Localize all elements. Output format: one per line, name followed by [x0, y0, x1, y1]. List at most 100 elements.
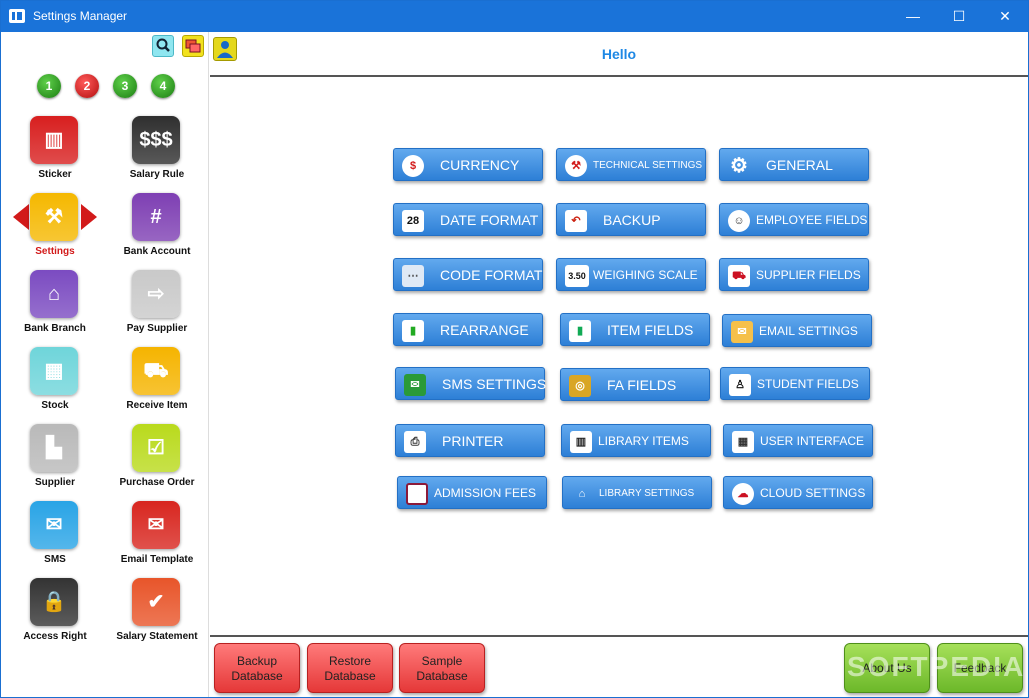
softpedia-watermark: SOFTPEDIA	[847, 651, 1026, 682]
admission-icon	[406, 483, 428, 505]
sidebar-tile-supplier[interactable]: ▙ Supplier	[6, 424, 104, 498]
setting-button-label: USER INTERFACE	[760, 434, 865, 448]
cloud-icon: ☁	[732, 483, 754, 505]
setting-supplier-fields-button[interactable]: ⛟ SUPPLIER FIELDS	[719, 258, 869, 291]
sidebar-tile-salary-rule[interactable]: $$$ Salary Rule	[108, 116, 206, 190]
sidebar-tile-email-template[interactable]: ✉ Email Template	[108, 501, 206, 575]
greeting-text: Hello	[601, 46, 637, 62]
setting-button-label: LIBRARY ITEMS	[598, 434, 689, 448]
sample-line1: Sample	[421, 654, 463, 668]
page-button-2[interactable]: 2	[75, 74, 99, 98]
setting-user-interface-button[interactable]: ▦ USER INTERFACE	[723, 424, 873, 457]
setting-technical-settings-button[interactable]: ⚒ TECHNICAL SETTINGS	[556, 148, 706, 181]
setting-backup-button[interactable]: ↶ BACKUP	[556, 203, 706, 236]
currency-icon: $	[402, 155, 424, 177]
calendar-check-icon: ✔	[132, 578, 180, 626]
setting-cloud-settings-button[interactable]: ☁ CLOUD SETTINGS	[723, 476, 873, 509]
sidebar-tile-bank-account[interactable]: # Bank Account	[108, 193, 206, 267]
setting-button-label: DATE FORMAT	[440, 212, 539, 228]
sidebar-tile-label: Salary Rule	[129, 169, 185, 180]
search-button[interactable]	[152, 35, 174, 57]
restore-line1: Restore	[328, 654, 372, 668]
sidebar: 1 2 3 4 ▥ Sticker $$$ Salary Rule ⚒ Settings #…	[1, 32, 209, 697]
sample-database-button[interactable]: Sample Database	[399, 643, 485, 693]
setting-button-label: FA FIELDS	[607, 377, 677, 393]
setting-currency-button[interactable]: $ CURRENCY	[393, 148, 543, 181]
calendar-icon: 28	[402, 210, 424, 232]
sidebar-tile-label: Bank Account	[123, 246, 191, 257]
rearrange-icon: ▮	[402, 320, 424, 342]
setting-button-label: WEIGHING SCALE	[593, 268, 698, 282]
setting-student-fields-button[interactable]: ♙ STUDENT FIELDS	[720, 367, 870, 400]
sidebar-tile-access-right[interactable]: 🔒 Access Right	[6, 578, 104, 652]
minimize-button[interactable]: —	[890, 1, 936, 32]
setting-sms-settings-button[interactable]: ✉ SMS SETTINGS	[395, 367, 546, 400]
backup-database-button[interactable]: Backup Database	[214, 643, 300, 693]
sidebar-tile-purchase-order[interactable]: ☑ Purchase Order	[108, 424, 206, 498]
code-format-icon: ⋯	[402, 265, 424, 287]
title-bar[interactable]: Settings Manager — ☐ ✕	[1, 1, 1028, 32]
dollar-icon: $$$	[132, 116, 180, 164]
setting-fa-fields-button[interactable]: ◎ FA FIELDS	[560, 368, 710, 401]
email-icon: ✉	[731, 321, 753, 343]
setting-button-label: ITEM FIELDS	[607, 322, 694, 338]
restore-database-button[interactable]: Restore Database	[307, 643, 393, 693]
setting-button-label: PRINTER	[442, 433, 504, 449]
student-icon: ♙	[729, 374, 751, 396]
sidebar-tile-label: Bank Branch	[24, 323, 86, 334]
sidebar-tile-label: Settings	[35, 246, 75, 257]
backup-icon: ↶	[565, 210, 587, 232]
sidebar-tile-sticker[interactable]: ▥ Sticker	[6, 116, 104, 190]
page-button-1[interactable]: 1	[37, 74, 61, 98]
sidebar-tile-stock[interactable]: ▦ Stock	[6, 347, 104, 421]
setting-admission-fees-button[interactable]: ADMISSION FEES	[397, 476, 547, 509]
main-panel: Hello $ CURRENCY ⚒ TECHNICAL SETTINGS ⚙ GENER…	[210, 32, 1028, 635]
employee-icon: ☺	[728, 210, 750, 232]
setting-library-items-button[interactable]: ▥ LIBRARY ITEMS	[561, 424, 711, 457]
setting-printer-button[interactable]: ⎙ PRINTER	[395, 424, 545, 457]
books-icon: ▥	[570, 431, 592, 453]
setting-weighing-scale-button[interactable]: 3.50 WEIGHING SCALE	[556, 258, 706, 291]
setting-employee-fields-button[interactable]: ☺ EMPLOYEE FIELDS	[719, 203, 869, 236]
email-icon: ✉	[132, 501, 180, 549]
sidebar-tile-bank-branch[interactable]: ⌂ Bank Branch	[6, 270, 104, 344]
setting-date-format-button[interactable]: 28 DATE FORMAT	[393, 203, 543, 236]
setting-item-fields-button[interactable]: ▮ ITEM FIELDS	[560, 313, 710, 346]
sidebar-tile-label: Sticker	[38, 169, 72, 180]
backup-line1: Backup	[236, 654, 278, 668]
windows-button[interactable]	[182, 35, 204, 57]
setting-library-settings-button[interactable]: ⌂ LIBRARY SETTINGS	[562, 476, 712, 509]
setting-button-label: REARRANGE	[440, 322, 529, 338]
page-button-4[interactable]: 4	[151, 74, 175, 98]
setting-general-button[interactable]: ⚙ GENERAL	[719, 148, 869, 181]
sidebar-tile-pay-supplier[interactable]: ⇨ Pay Supplier	[108, 270, 206, 344]
close-button[interactable]: ✕	[982, 1, 1028, 32]
setting-code-format-button[interactable]: ⋯ CODE FORMAT	[393, 258, 543, 291]
sidebar-tile-label: Salary Statement	[116, 631, 198, 642]
setting-button-label: GENERAL	[766, 157, 833, 173]
sidebar-tile-label: Receive Item	[126, 400, 188, 411]
sidebar-tile-label: Pay Supplier	[126, 323, 188, 334]
sms-icon: ✉	[404, 374, 426, 396]
bank-icon: ⌂	[30, 270, 78, 318]
sidebar-tile-sms[interactable]: ✉ SMS	[6, 501, 104, 575]
app-logo-icon	[9, 9, 25, 23]
setting-button-label: CLOUD SETTINGS	[760, 486, 866, 500]
library-icon: ⌂	[578, 488, 586, 500]
search-icon	[156, 38, 170, 52]
sidebar-tile-receive-item[interactable]: ⛟ Receive Item	[108, 347, 206, 421]
restore-line2: Database	[324, 669, 376, 683]
maximize-button[interactable]: ☐	[936, 1, 982, 32]
sidebar-tile-settings[interactable]: ⚒ Settings	[6, 193, 104, 267]
window-title: Settings Manager	[33, 9, 128, 23]
setting-button-label: LIBRARY SETTINGS	[599, 488, 695, 499]
checklist-icon: ☑	[132, 424, 180, 472]
page-button-3[interactable]: 3	[113, 74, 137, 98]
setting-button-label: TECHNICAL SETTINGS	[593, 160, 703, 171]
setting-button-label: CURRENCY	[440, 157, 520, 173]
setting-rearrange-button[interactable]: ▮ REARRANGE	[393, 313, 543, 346]
gear-icon: ⚙	[730, 155, 748, 177]
setting-email-settings-button[interactable]: ✉ EMAIL SETTINGS	[722, 314, 872, 347]
factory-icon: ▙	[30, 424, 78, 472]
sidebar-tile-salary-statement[interactable]: ✔ Salary Statement	[108, 578, 206, 652]
